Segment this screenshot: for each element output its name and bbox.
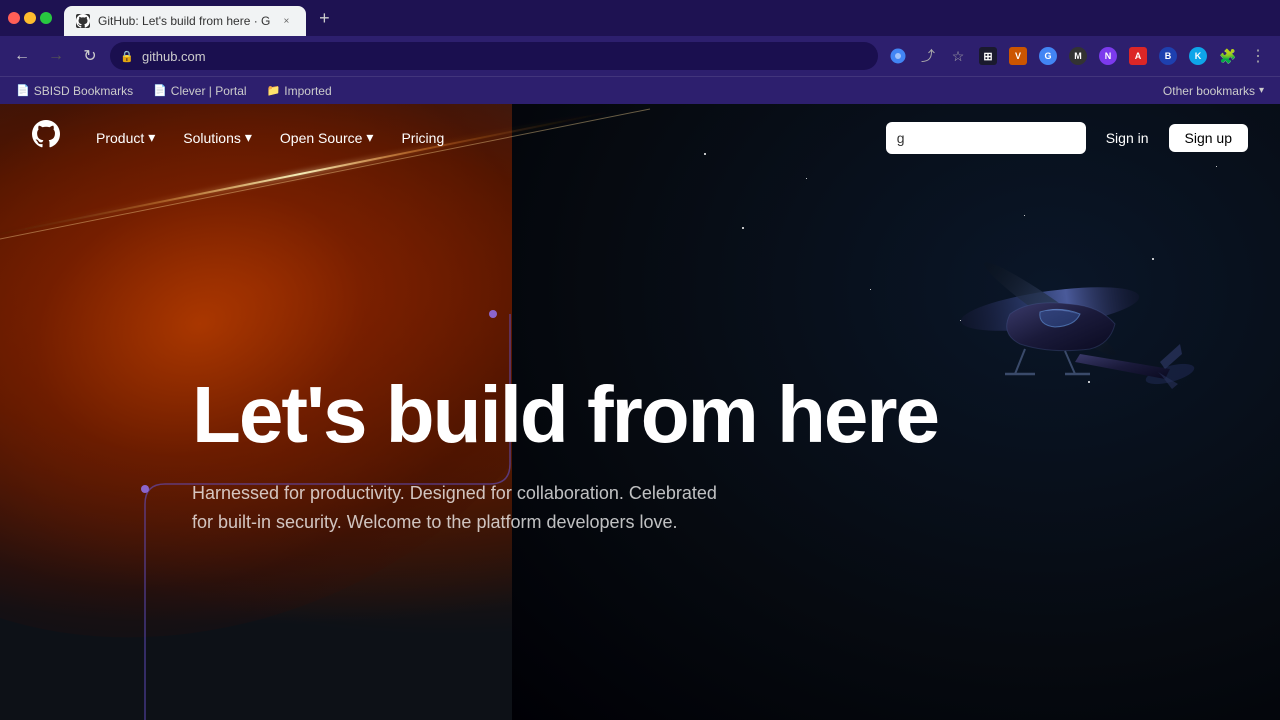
website-content: Product ▾ Solutions ▾ Open Source ▾ Pric… bbox=[0, 104, 1280, 720]
pricing-label: Pricing bbox=[401, 130, 444, 146]
open-source-chevron: ▾ bbox=[366, 129, 373, 146]
pricing-nav-link[interactable]: Pricing bbox=[389, 124, 456, 152]
extension-8-button[interactable]: K bbox=[1184, 42, 1212, 70]
hero-content: Let's build from here Harnessed for prod… bbox=[0, 171, 1280, 537]
address-bar-row: ← → ↻ 🔒 ⤴ ☆ ⊞ V G bbox=[0, 36, 1280, 76]
address-input[interactable] bbox=[110, 42, 878, 70]
window-controls bbox=[8, 12, 52, 24]
search-input[interactable] bbox=[886, 122, 1086, 154]
bookmarks-right: Other bookmarks ▾ bbox=[1155, 82, 1272, 100]
sign-up-button[interactable]: Sign up bbox=[1169, 124, 1248, 152]
bookmark-clever-icon: 📄 bbox=[153, 84, 167, 97]
product-label: Product bbox=[96, 130, 144, 146]
extension-5-button[interactable]: N bbox=[1094, 42, 1122, 70]
other-bookmarks-chevron: ▾ bbox=[1259, 85, 1264, 96]
bookmark-sbisd-icon: 📄 bbox=[16, 84, 30, 97]
browser-toolbar-icons: ⤴ ☆ ⊞ V G M N A B bbox=[884, 42, 1272, 70]
active-tab[interactable]: GitHub: Let's build from here · G × bbox=[64, 6, 306, 36]
address-bar-container: 🔒 bbox=[110, 42, 878, 70]
back-button[interactable]: ← bbox=[8, 42, 36, 70]
bookmark-sbisd-label: SBISD Bookmarks bbox=[34, 84, 133, 98]
extension-4-button[interactable]: M bbox=[1064, 42, 1092, 70]
window-maximize-button[interactable] bbox=[40, 12, 52, 24]
tab-close-button[interactable]: × bbox=[278, 13, 294, 29]
extension-3-button[interactable]: G bbox=[1034, 42, 1062, 70]
tab-bar: GitHub: Let's build from here · G × + bbox=[0, 0, 1280, 36]
window-minimize-button[interactable] bbox=[24, 12, 36, 24]
bookmark-sbisd[interactable]: 📄 SBISD Bookmarks bbox=[8, 82, 141, 100]
extension-7-button[interactable]: B bbox=[1154, 42, 1182, 70]
three-dots-icon: ⋮ bbox=[1250, 46, 1266, 66]
nav-links: Product ▾ Solutions ▾ Open Source ▾ Pric… bbox=[84, 123, 456, 152]
product-nav-link[interactable]: Product ▾ bbox=[84, 123, 167, 152]
extensions-puzzle-button[interactable]: 🧩 bbox=[1214, 42, 1242, 70]
tab-title: GitHub: Let's build from here · G bbox=[98, 14, 270, 28]
hero-subtitle: Harnessed for productivity. Designed for… bbox=[192, 479, 742, 537]
reload-button[interactable]: ↻ bbox=[76, 42, 104, 70]
lock-icon: 🔒 bbox=[120, 50, 134, 63]
bookmark-star-button[interactable]: ☆ bbox=[944, 42, 972, 70]
bookmark-imported-icon: 📁 bbox=[267, 84, 281, 97]
open-source-label: Open Source bbox=[280, 130, 363, 146]
extension-6-button[interactable]: A bbox=[1124, 42, 1152, 70]
window-close-button[interactable] bbox=[8, 12, 20, 24]
browser-chrome: GitHub: Let's build from here · G × + ← … bbox=[0, 0, 1280, 104]
tab-favicon bbox=[76, 14, 90, 28]
sign-in-button[interactable]: Sign in bbox=[1094, 124, 1161, 152]
google-account-button[interactable] bbox=[884, 42, 912, 70]
bookmark-clever[interactable]: 📄 Clever | Portal bbox=[145, 82, 255, 100]
open-source-nav-link[interactable]: Open Source ▾ bbox=[268, 123, 386, 152]
extension-1-button[interactable]: ⊞ bbox=[974, 42, 1002, 70]
product-chevron: ▾ bbox=[148, 129, 155, 146]
bookmark-clever-label: Clever | Portal bbox=[171, 84, 247, 98]
bookmark-imported[interactable]: 📁 Imported bbox=[259, 82, 340, 100]
chrome-menu-button[interactable]: ⋮ bbox=[1244, 42, 1272, 70]
bookmark-imported-label: Imported bbox=[284, 84, 331, 98]
solutions-nav-link[interactable]: Solutions ▾ bbox=[171, 123, 264, 152]
other-bookmarks[interactable]: Other bookmarks ▾ bbox=[1155, 82, 1272, 100]
new-tab-button[interactable]: + bbox=[310, 4, 338, 32]
solutions-label: Solutions bbox=[183, 130, 241, 146]
other-bookmarks-label: Other bookmarks bbox=[1163, 84, 1255, 98]
share-button[interactable]: ⤴ bbox=[914, 42, 942, 70]
forward-button[interactable]: → bbox=[42, 42, 70, 70]
github-navbar: Product ▾ Solutions ▾ Open Source ▾ Pric… bbox=[0, 104, 1280, 171]
bookmarks-bar: 📄 SBISD Bookmarks 📄 Clever | Portal 📁 Im… bbox=[0, 76, 1280, 104]
github-logo[interactable] bbox=[32, 120, 60, 155]
extension-2-button[interactable]: V bbox=[1004, 42, 1032, 70]
solutions-chevron: ▾ bbox=[245, 129, 252, 146]
hero-title: Let's build from here bbox=[192, 371, 992, 459]
